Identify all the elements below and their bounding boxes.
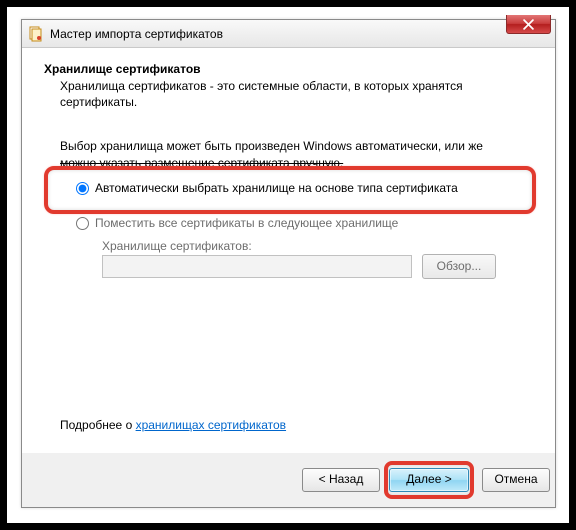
more-link[interactable]: хранилищах сертификатов xyxy=(136,418,286,432)
store-input xyxy=(102,255,412,278)
dialog-window: Мастер импорта сертификатов Хранилище се… xyxy=(21,19,556,508)
more-info: Подробнее о хранилищах сертификатов xyxy=(60,418,286,432)
title-bar: Мастер импорта сертификатов xyxy=(22,20,555,48)
window-title: Мастер импорта сертификатов xyxy=(50,27,506,41)
prompt-line1: Выбор хранилища может быть произведен Wi… xyxy=(60,139,483,153)
radio-auto-label: Автоматически выбрать хранилище на основ… xyxy=(95,181,458,195)
dialog-body: Хранилище сертификатов Хранилища сертифи… xyxy=(22,48,555,507)
next-button[interactable]: Далее > xyxy=(389,468,469,492)
section-title: Хранилище сертификатов xyxy=(44,62,533,76)
more-prefix: Подробнее о xyxy=(60,418,136,432)
screenshot-frame: Мастер импорта сертификатов Хранилище се… xyxy=(6,6,570,524)
radio-manual-label: Поместить все сертификаты в следующее хр… xyxy=(95,216,398,230)
back-button[interactable]: < Назад xyxy=(302,468,380,492)
certificate-wizard-icon xyxy=(28,26,44,42)
section-description: Хранилища сертификатов - это системные о… xyxy=(60,78,490,110)
choice-prompt: Выбор хранилища может быть произведен Wi… xyxy=(60,138,533,170)
store-label: Хранилище сертификатов: xyxy=(102,239,252,253)
footer: < Назад Далее > Отмена xyxy=(22,453,555,507)
radio-manual-select[interactable]: Поместить все сертификаты в следующее хр… xyxy=(76,216,398,230)
radio-auto-select[interactable]: Автоматически выбрать хранилище на основ… xyxy=(76,181,458,195)
radio-manual-input[interactable] xyxy=(76,217,89,230)
browse-button: Обзор... xyxy=(422,254,496,279)
radio-auto-input[interactable] xyxy=(76,182,89,195)
prompt-line2: можно указать размещение сертификата вру… xyxy=(60,156,343,170)
close-button[interactable] xyxy=(506,15,551,34)
cancel-button[interactable]: Отмена xyxy=(482,468,550,492)
